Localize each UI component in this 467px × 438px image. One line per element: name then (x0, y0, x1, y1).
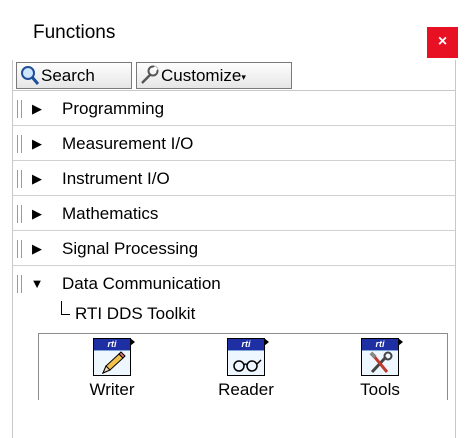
subpalette-rti-dds-toolkit[interactable]: RTI DDS Toolkit (13, 301, 455, 329)
customize-button[interactable]: Customize▾ (136, 62, 292, 89)
category-signal-processing[interactable]: ▶ Signal Processing (13, 232, 455, 266)
subpalette-icons: rti Writer rti Reader rti Tools (38, 333, 448, 400)
window-title: Functions (33, 22, 116, 43)
expand-arrow-icon[interactable]: ▶ (29, 241, 45, 257)
tools-icon (369, 351, 393, 374)
grip-icon (17, 135, 22, 153)
grip-icon (17, 240, 22, 258)
grip-icon (17, 205, 22, 223)
functions-palette-window: Functions × Search Customize▾ ▶ Programm… (0, 0, 467, 438)
wrench-icon (137, 63, 161, 88)
reader-vi-icon: rti (227, 338, 269, 376)
corner-arrow-icon (398, 338, 403, 346)
category-instrument-io[interactable]: ▶ Instrument I/O (13, 162, 455, 196)
expand-arrow-icon[interactable]: ▶ (29, 206, 45, 222)
category-label: Data Communication (62, 274, 221, 293)
glasses-icon (233, 359, 262, 372)
chevron-down-icon: ▾ (241, 72, 246, 82)
close-icon: × (437, 33, 448, 50)
rti-badge: rti (362, 339, 398, 350)
customize-label: Customize (161, 66, 242, 85)
search-button[interactable]: Search (16, 62, 132, 89)
rti-badge: rti (94, 339, 130, 350)
category-label: Programming (62, 99, 165, 118)
title-bar: Functions × (0, 0, 467, 58)
expand-arrow-icon[interactable]: ▶ (29, 136, 45, 152)
category-label: Measurement I/O (62, 134, 194, 153)
category-mathematics[interactable]: ▶ Mathematics (13, 197, 455, 231)
palette-body: Search Customize▾ ▶ Programming ▶ Measur… (12, 60, 456, 438)
category-measurement-io[interactable]: ▶ Measurement I/O (13, 127, 455, 161)
close-button[interactable]: × (427, 27, 458, 58)
category-programming[interactable]: ▶ Programming (13, 92, 455, 126)
grip-icon (17, 170, 22, 188)
writer-vi[interactable]: rti Writer (67, 338, 157, 399)
tools-vi[interactable]: rti Tools (335, 338, 425, 399)
writer-label: Writer (89, 380, 135, 399)
category-data-communication[interactable]: ▼ Data Communication (13, 267, 455, 301)
rti-badge: rti (228, 339, 264, 350)
reader-label: Reader (218, 380, 274, 399)
grip-icon (17, 275, 22, 293)
pencil-icon (102, 351, 126, 374)
corner-arrow-icon (130, 338, 135, 346)
category-label: Mathematics (62, 204, 159, 223)
expand-arrow-icon[interactable]: ▶ (29, 101, 45, 117)
tree-branch-icon (61, 301, 70, 315)
expand-arrow-icon[interactable]: ▶ (29, 171, 45, 187)
reader-vi[interactable]: rti Reader (201, 338, 291, 399)
writer-vi-icon: rti (93, 338, 135, 376)
grip-icon (17, 100, 22, 118)
search-label: Search (41, 66, 95, 85)
tools-label: Tools (360, 380, 400, 399)
palette-toolbar: Search Customize▾ (13, 60, 455, 91)
collapse-arrow-icon[interactable]: ▼ (29, 276, 45, 292)
search-icon (17, 63, 41, 88)
category-label: Instrument I/O (62, 169, 170, 188)
category-label: Signal Processing (62, 239, 199, 258)
subpalette-label: RTI DDS Toolkit (75, 304, 196, 323)
tools-vi-icon: rti (361, 338, 403, 376)
corner-arrow-icon (264, 338, 269, 346)
